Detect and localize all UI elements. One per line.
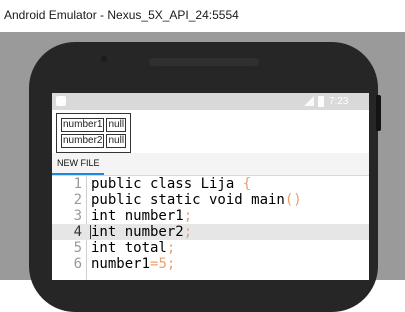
code-editor[interactable]: 1 public class Lija { 2 public static vo… [52, 176, 369, 280]
code-content: public static void main [91, 192, 285, 208]
tab-new-file[interactable]: NEW FILE [57, 158, 100, 168]
front-camera [101, 56, 107, 62]
line-number: 5 [73, 240, 82, 256]
code-line[interactable]: 2 public static void main() [52, 192, 369, 208]
line-number: 4 [73, 224, 82, 240]
code-symbol: ; [183, 224, 193, 240]
variable-name: number2 [61, 134, 105, 148]
code-line[interactable]: 6 number1=5; [52, 256, 369, 272]
code-text: int number1; [91, 208, 192, 224]
line-number: 2 [73, 192, 82, 208]
variable-row: number2 null [61, 134, 127, 148]
variable-value: null [106, 134, 127, 148]
variables-panel: number1 null number2 null [56, 113, 132, 153]
status-bar: 7:23 [52, 93, 369, 110]
variable-row: number1 null [61, 118, 127, 132]
line-number: 6 [73, 256, 82, 272]
wifi-signal-icon [304, 96, 314, 106]
code-line[interactable]: 3 int number1; [52, 208, 369, 224]
variable-name: number1 [61, 118, 105, 132]
window-titlebar: Android Emulator - Nexus_5X_API_24:5554 [0, 0, 405, 32]
power-button[interactable] [376, 95, 381, 131]
battery-icon [318, 96, 324, 107]
code-content: int number1 [91, 208, 184, 224]
active-tab-indicator [52, 173, 104, 175]
code-line[interactable]: 5 int total; [52, 240, 369, 256]
code-symbol: ; [166, 240, 176, 256]
code-text: number1=5; [91, 256, 175, 272]
line-number: 3 [73, 208, 82, 224]
notification-icon [56, 96, 66, 106]
code-symbol: ; [183, 208, 193, 224]
code-text: int number2; [91, 224, 192, 240]
code-symbol: { [242, 176, 252, 192]
status-time: 7:23 [329, 96, 349, 107]
code-line-active[interactable]: 4 int number2; [52, 224, 369, 240]
code-line[interactable]: 1 public class Lija { [52, 176, 369, 192]
earpiece-speaker [149, 58, 259, 66]
device-screen: 7:23 number1 null number2 null NEW FILE … [52, 93, 369, 280]
variable-value: null [106, 118, 127, 132]
file-tab-bar: NEW FILE [52, 153, 369, 176]
line-number: 1 [73, 176, 82, 192]
variables-table: number1 null number2 null [59, 116, 128, 150]
code-text: int total; [91, 240, 175, 256]
code-content: int total [91, 240, 167, 256]
code-text: public static void main() [91, 192, 302, 208]
code-content: int number2 [91, 224, 184, 240]
code-content: number1 [91, 256, 151, 272]
code-symbol: =5; [150, 256, 176, 272]
code-symbol: () [284, 192, 302, 208]
code-content: public class Lija [91, 176, 243, 192]
window-title: Android Emulator - Nexus_5X_API_24:5554 [4, 8, 239, 22]
code-text: public class Lija { [91, 176, 251, 192]
